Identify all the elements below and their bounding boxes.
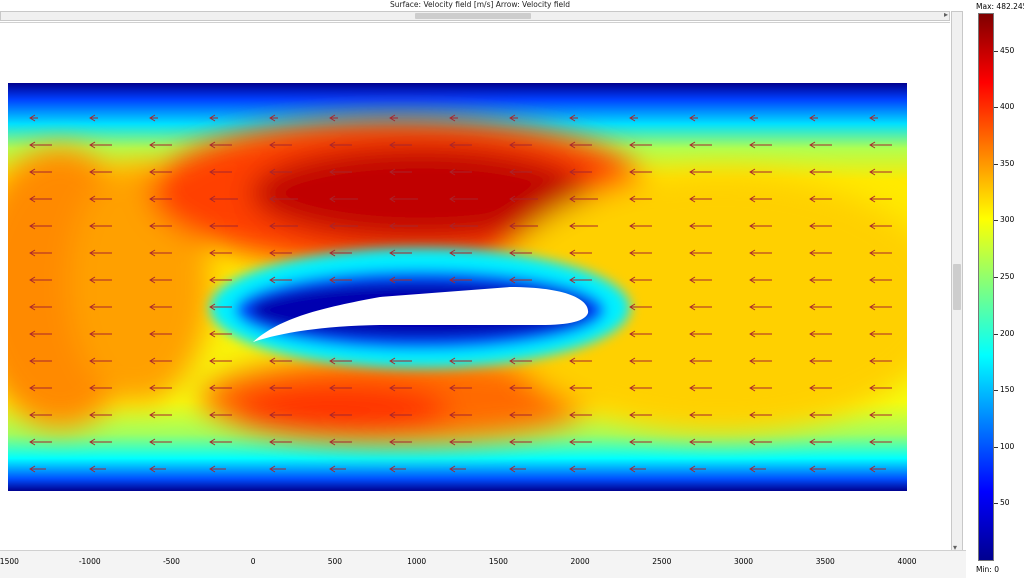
x-tick-label: -500 [162,557,180,566]
colorbar-tick [994,220,998,222]
colorbar-tick-label: 50 [1000,498,1010,508]
colorbar-tick [994,276,998,278]
colorbar [978,13,994,561]
scroll-right-icon[interactable]: ▸ [944,10,948,19]
x-tick-label: 500 [327,557,343,566]
x-tick-label: 1500 [488,557,508,566]
velocity-field-plot [8,83,907,491]
x-tick-label: 3500 [815,557,835,566]
x-tick-label: 2500 [652,557,672,566]
colorbar-max-label: Max: 482.245 [976,2,1024,11]
colorbar-tick [994,446,998,448]
x-tick-label: 4000 [897,557,917,566]
x-tick-label: -1500 [0,557,19,566]
colorbar-tick-label: 250 [1000,271,1015,281]
colorbar-tick [994,390,998,392]
colorbar-tick-label: 100 [1000,441,1015,451]
x-tick-label: -1000 [78,557,101,566]
colorbar-tick-label: 400 [1000,102,1015,112]
x-tick-label: 3000 [733,557,754,566]
plot-area[interactable] [0,22,950,552]
colorbar-tick [994,50,998,52]
colorbar-tick-label: 300 [1000,215,1015,225]
heatmap-surface [8,83,907,491]
colorbar-tick-label: 450 [1000,45,1015,55]
colorbar-tick-label: 350 [1000,158,1015,168]
colorbar-tick [994,333,998,335]
x-tick-label: 1000 [407,557,427,566]
colorbar-tick [994,107,998,109]
x-tick-label: 0 [250,557,256,566]
vertical-scrollbar[interactable]: ▾ [951,11,963,552]
x-tick-label: 2000 [570,557,590,566]
plot-title: Surface: Velocity field [m/s] Arrow: Vel… [389,0,571,9]
colorbar-tick-label: 150 [1000,385,1015,395]
horizontal-scrollbar[interactable]: ▸ [0,10,950,21]
vertical-scroll-thumb[interactable] [953,264,961,310]
horizontal-scroll-thumb[interactable] [415,13,531,19]
colorbar-tick-label: 200 [1000,328,1015,338]
colorbar-tick [994,503,998,505]
colorbar-tick [994,163,998,165]
colorbar-min-label: Min: 0 [976,565,999,574]
